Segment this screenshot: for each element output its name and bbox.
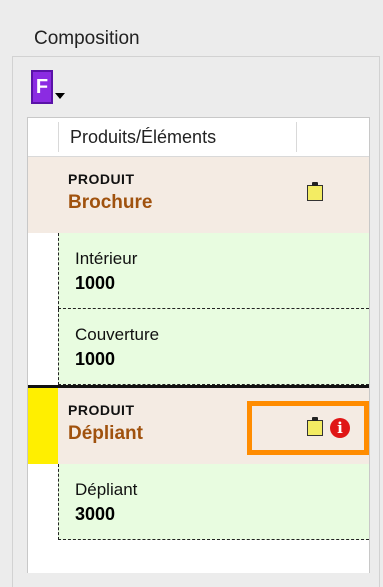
product-name: Dépliant bbox=[68, 423, 143, 444]
element-name: Intérieur bbox=[75, 249, 138, 268]
product-kind-label: PRODUIT bbox=[68, 402, 135, 418]
composition-table: Produits/Éléments PRODUIT Brochure Intér… bbox=[27, 117, 370, 573]
column-header-products[interactable]: Produits/Éléments bbox=[70, 127, 216, 148]
product-name: Brochure bbox=[68, 192, 153, 213]
product-kind-label: PRODUIT bbox=[68, 171, 135, 187]
format-menu-icon: F bbox=[31, 70, 53, 104]
element-row-interieur[interactable]: Intérieur 1000 bbox=[58, 233, 369, 309]
clipboard-icon[interactable] bbox=[305, 182, 325, 203]
product-row-brochure[interactable]: PRODUIT Brochure bbox=[28, 157, 369, 233]
element-quantity: 1000 bbox=[75, 349, 116, 369]
column-separator[interactable] bbox=[58, 122, 59, 152]
element-row-couverture[interactable]: Couverture 1000 bbox=[58, 309, 369, 385]
status-flag bbox=[28, 388, 58, 464]
element-name: Dépliant bbox=[75, 480, 138, 499]
panel-title: Composition bbox=[34, 28, 140, 49]
table-header: Produits/Éléments bbox=[28, 118, 369, 157]
element-row-depliant[interactable]: Dépliant 3000 bbox=[58, 464, 369, 540]
element-quantity: 1000 bbox=[75, 273, 116, 293]
element-name: Couverture bbox=[75, 325, 160, 344]
format-menu-button[interactable]: F bbox=[29, 68, 67, 106]
column-separator[interactable] bbox=[296, 122, 297, 152]
element-quantity: 3000 bbox=[75, 504, 116, 524]
highlight-box bbox=[247, 401, 369, 455]
dropdown-arrow-icon bbox=[55, 93, 65, 99]
